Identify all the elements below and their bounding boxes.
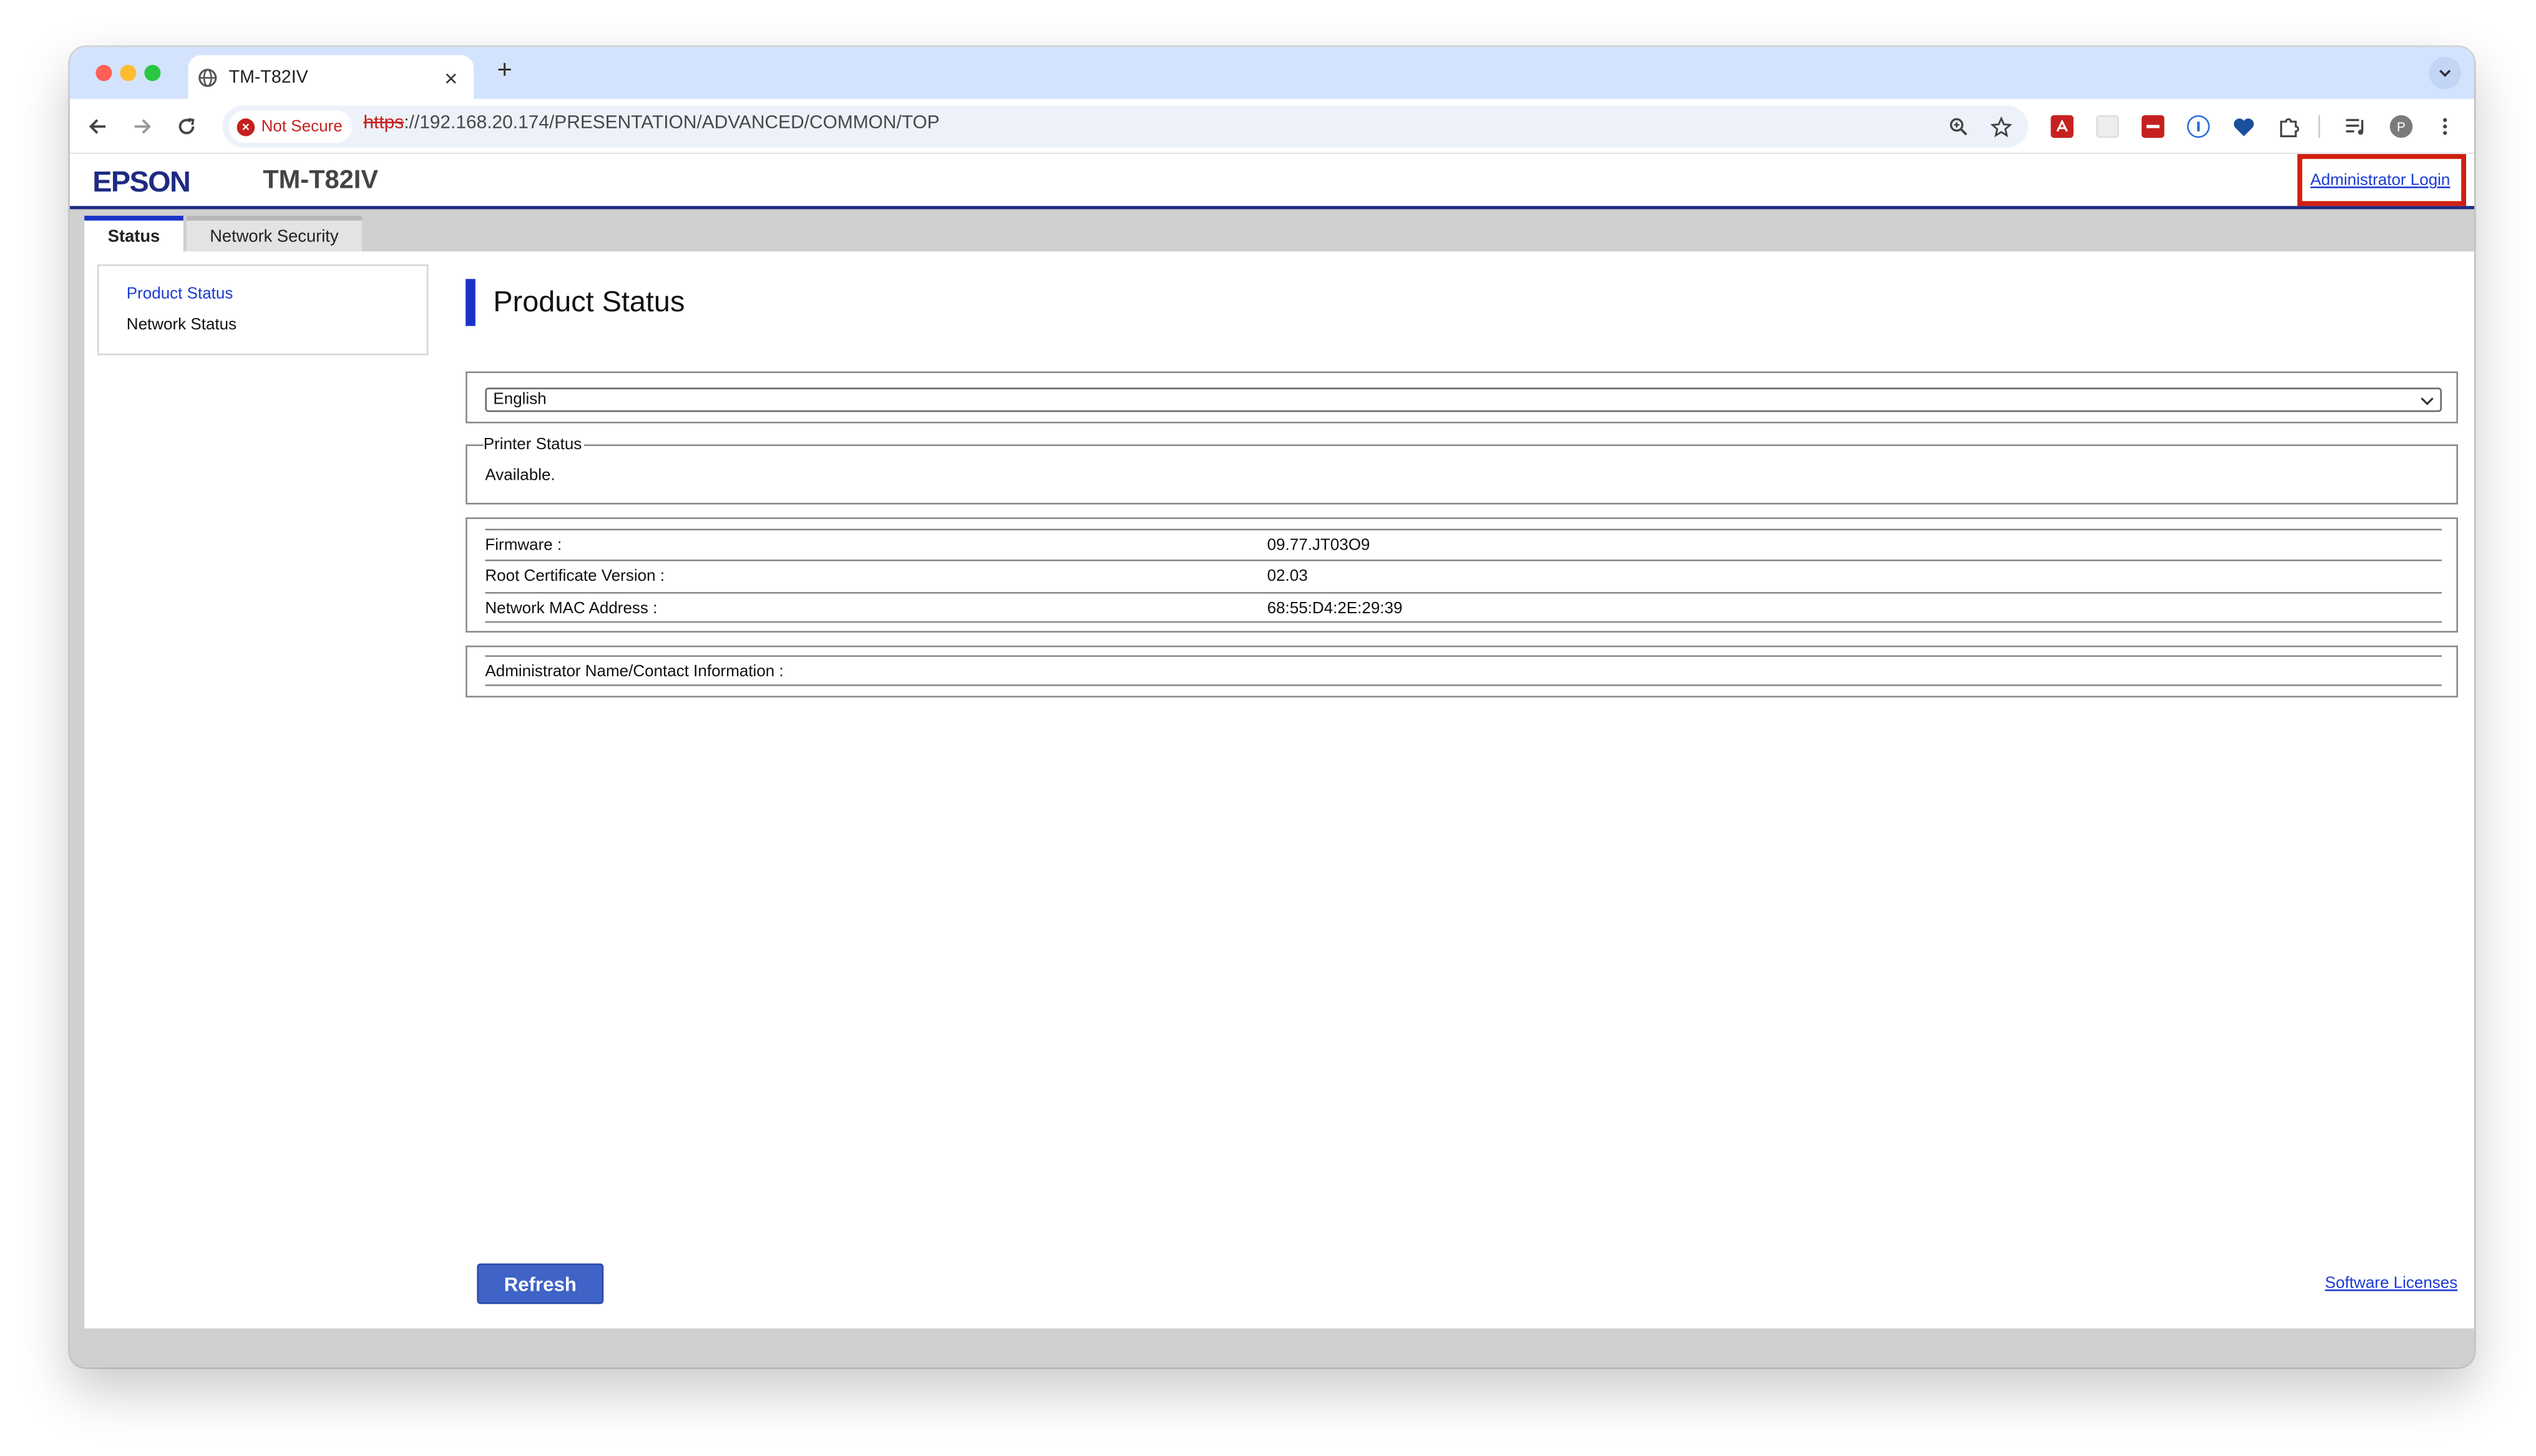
globe-icon <box>198 67 217 87</box>
info-row-firmware: Firmware : 09.77.JT03O9 <box>485 528 2442 560</box>
page-title: Product Status <box>493 285 685 318</box>
web-page: EPSON TM-T82IV Administrator Login Statu… <box>69 153 2474 1367</box>
tab-network-security[interactable]: Network Security <box>187 215 362 251</box>
info-row-root-certificate: Root Certificate Version : 02.03 <box>485 559 2442 590</box>
heart-extension-icon[interactable] <box>2233 115 2255 138</box>
back-arrow-icon <box>89 119 105 134</box>
printer-status-fieldset: Printer Status Available. <box>466 436 2458 505</box>
forward-button[interactable] <box>128 112 157 141</box>
browser-tab[interactable]: TM-T82IV × <box>188 55 474 99</box>
url-scheme: https <box>363 114 404 133</box>
profile-avatar[interactable]: P <box>2389 115 2413 138</box>
bookmark-star-icon[interactable] <box>1987 114 2014 140</box>
info-value: 02.03 <box>1267 567 1308 586</box>
info-label: Administrator Name/Contact Information : <box>485 663 784 681</box>
info-label: Firmware : <box>485 536 562 555</box>
browser-toolbar: × Not Secure https://192.168.20.174/PRES… <box>69 99 2474 154</box>
info-row-admin-contact: Administrator Name/Contact Information : <box>485 655 2442 686</box>
minimize-window-button[interactable] <box>120 65 137 81</box>
more-menu-icon[interactable] <box>2434 115 2456 138</box>
reload-icon <box>178 118 195 135</box>
close-tab-icon[interactable]: × <box>438 64 464 90</box>
tab-status[interactable]: Status <box>84 215 183 251</box>
toolbar-divider <box>2318 115 2320 138</box>
info-row-mac-address: Network MAC Address : 68:55:D4:2E:29:39 <box>485 591 2442 623</box>
reload-button[interactable] <box>172 112 202 141</box>
tab-strip: TM-T82IV × + <box>69 47 2474 99</box>
info-value: 09.77.JT03O9 <box>1267 536 1370 555</box>
media-queue-icon[interactable] <box>2344 115 2367 138</box>
tab-title: TM-T82IV <box>228 67 308 87</box>
info-label: Root Certificate Version : <box>485 567 665 586</box>
admin-contact-section: Administrator Name/Contact Information : <box>466 645 2458 697</box>
info-label: Network MAC Address : <box>485 599 658 618</box>
printer-status-legend: Printer Status <box>483 436 583 454</box>
chevron-down-icon <box>2439 69 2451 77</box>
epson-logo: EPSON <box>92 165 191 198</box>
address-bar[interactable]: × Not Secure https://192.168.20.174/PRES… <box>222 105 2029 148</box>
title-accent-bar <box>466 279 476 326</box>
browser-window: TM-T82IV × + × Not Secure https://192.16… <box>69 47 2474 1367</box>
language-section: English <box>466 371 2458 424</box>
model-name: TM-T82IV <box>263 167 379 195</box>
password-extension-icon[interactable] <box>2141 115 2165 138</box>
software-licenses-link[interactable]: Software Licenses <box>2325 1275 2457 1293</box>
url-path: ://192.168.20.174/PRESENTATION/ADVANCED/… <box>404 114 940 133</box>
forward-arrow-icon <box>134 119 151 134</box>
sidebar-item-network-status[interactable]: Network Status <box>127 316 237 334</box>
security-chip[interactable]: × Not Secure <box>228 110 353 143</box>
puzzle-extensions-icon[interactable] <box>2278 115 2300 138</box>
info-value: 68:55:D4:2E:29:39 <box>1267 599 1403 618</box>
onepassword-icon[interactable] <box>2187 115 2210 138</box>
blank-extension-icon[interactable] <box>2096 115 2119 138</box>
zoom-icon[interactable] <box>1945 114 1971 140</box>
tab-search-button[interactable] <box>2429 57 2462 89</box>
back-button[interactable] <box>83 112 112 141</box>
language-value: English <box>493 391 547 409</box>
chevron-down-icon <box>2421 397 2434 405</box>
warning-icon: × <box>237 117 255 136</box>
screen: TM-T82IV × + × Not Secure https://192.16… <box>0 0 2536 1456</box>
product-info-section: Firmware : 09.77.JT03O9 Root Certificate… <box>466 517 2458 633</box>
refresh-button[interactable]: Refresh <box>477 1263 604 1304</box>
zoom-window-button[interactable] <box>144 65 161 81</box>
content-area: Product Status Network Status Product St… <box>84 251 2474 1329</box>
pdf-extension-icon[interactable] <box>2051 115 2074 138</box>
not-secure-label: Not Secure <box>261 117 343 136</box>
new-tab-button[interactable]: + <box>489 57 521 86</box>
url-text[interactable]: https://192.168.20.174/PRESENTATION/ADVA… <box>363 114 939 133</box>
page-header: EPSON TM-T82IV Administrator Login <box>69 153 2474 210</box>
printer-status-value: Available. <box>485 467 555 485</box>
language-select[interactable]: English <box>485 387 2442 412</box>
close-window-button[interactable] <box>95 65 112 81</box>
sidebar: Product Status Network Status <box>97 264 429 356</box>
sidebar-item-product-status[interactable]: Product Status <box>127 286 233 304</box>
administrator-login-link[interactable]: Administrator Login <box>2310 172 2450 190</box>
